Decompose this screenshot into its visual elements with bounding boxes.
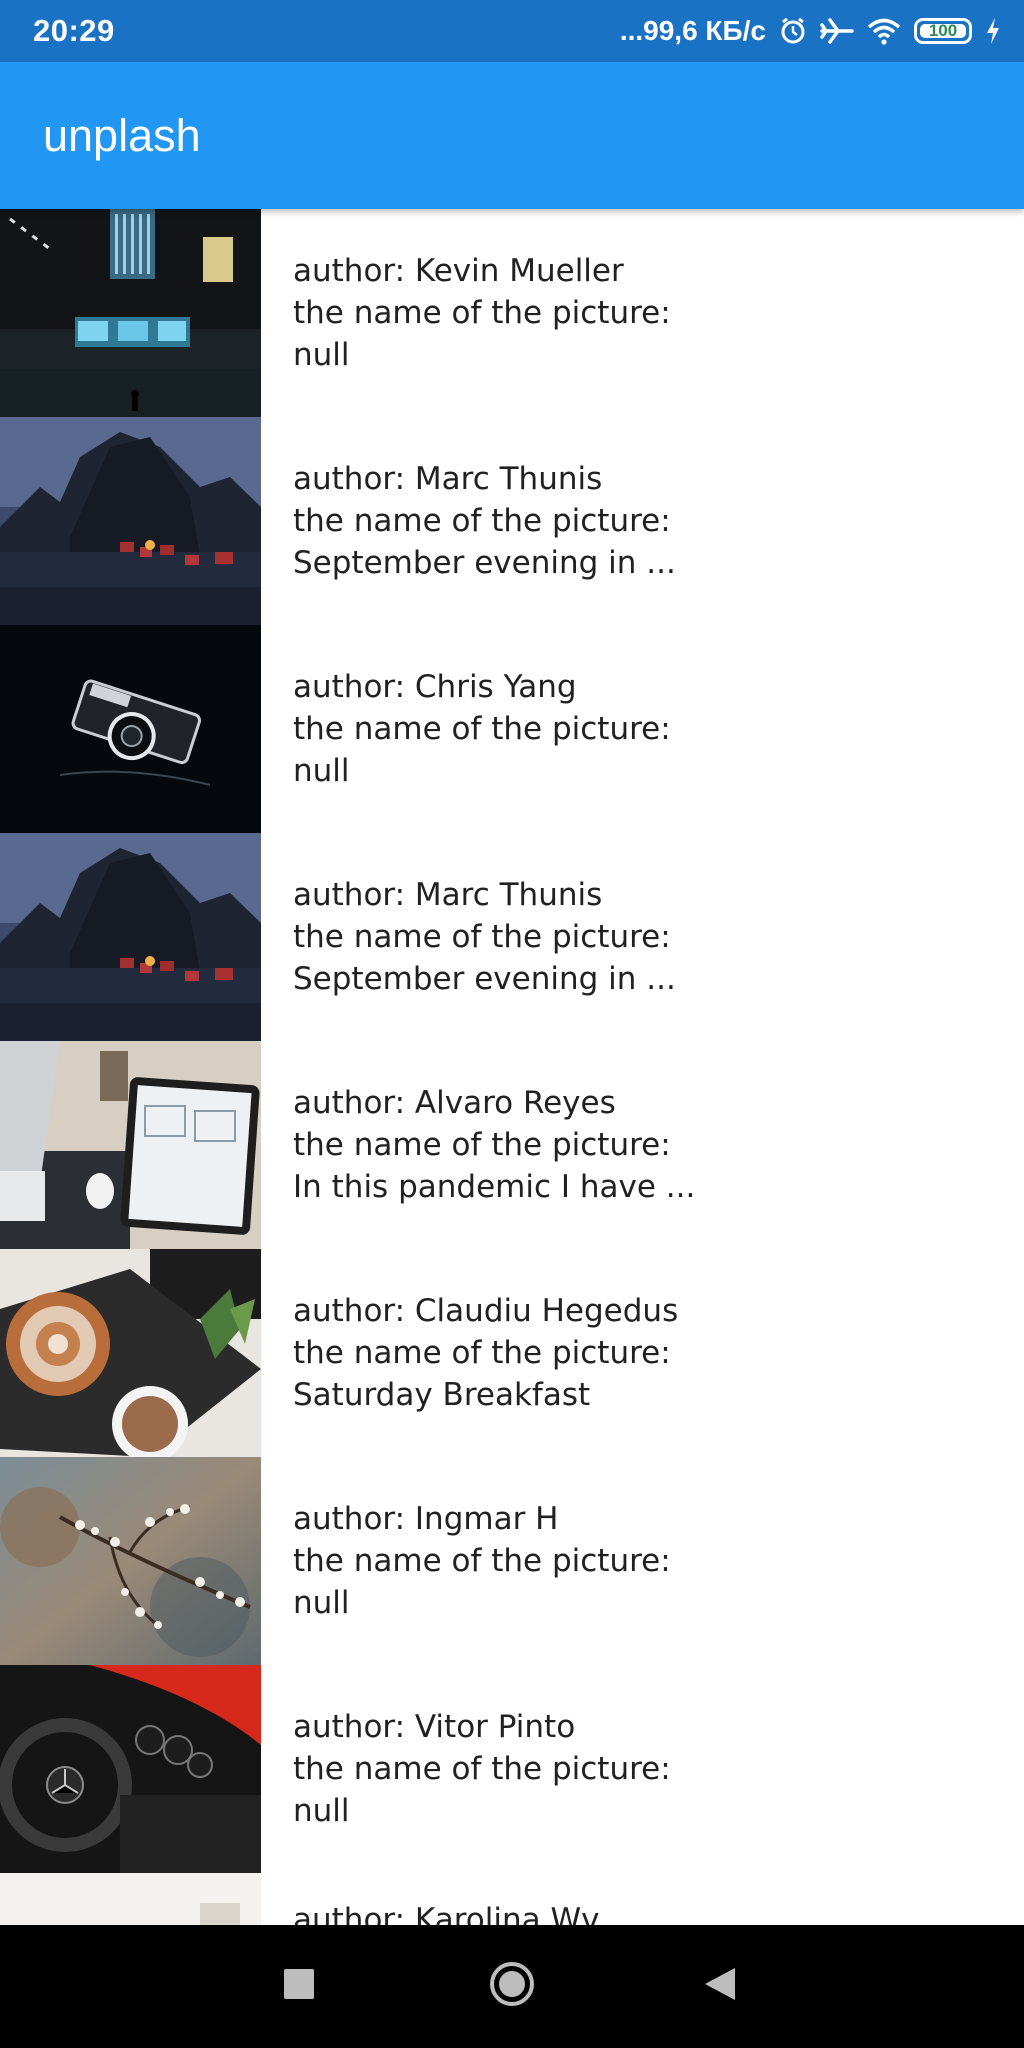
status-bar: 20:29 ...99,6 КБ/с 100 <box>0 0 1024 62</box>
photo-thumbnail[interactable] <box>0 625 261 833</box>
list-item[interactable]: author: Marc Thunis the name of the pict… <box>0 417 1024 625</box>
author-label: author: Vitor Pinto <box>293 1709 576 1745</box>
charging-icon <box>984 16 1002 46</box>
photo-thumbnail[interactable] <box>0 1041 261 1249</box>
home-button[interactable] <box>442 1925 582 2048</box>
network-speed: ...99,6 КБ/с <box>619 15 766 46</box>
picture-name: null <box>293 337 350 373</box>
list-item[interactable]: author: Kevin Mueller the name of the pi… <box>0 209 1024 417</box>
airplane-icon <box>820 16 854 46</box>
list-item-text: author: Marc Thunis the name of the pict… <box>293 833 993 1041</box>
list-item[interactable]: author: Marc Thunis the name of the pict… <box>0 833 1024 1041</box>
list-item[interactable]: author: Karolina Wv <box>0 1873 1024 1925</box>
photo-thumbnail[interactable] <box>0 1873 261 1925</box>
list-item-text: author: Karolina Wv <box>293 1873 993 1925</box>
list-item-text: author: Marc Thunis the name of the pict… <box>293 417 993 625</box>
home-icon <box>487 1959 537 2014</box>
back-button[interactable] <box>650 1925 790 2048</box>
photo-thumbnail[interactable] <box>0 1665 261 1873</box>
picture-name: In this pandemic I have ... <box>293 1169 696 1205</box>
photo-list[interactable]: author: Kevin Mueller the name of the pi… <box>0 209 1024 1925</box>
picture-name-label: the name of the picture: <box>293 1751 671 1787</box>
list-item[interactable]: author: Chris Yang the name of the pictu… <box>0 625 1024 833</box>
photo-thumbnail[interactable] <box>0 417 261 625</box>
list-item-text: author: Vitor Pinto the name of the pict… <box>293 1665 993 1873</box>
list-item[interactable]: author: Alvaro Reyes the name of the pic… <box>0 1041 1024 1249</box>
photo-thumbnail[interactable] <box>0 209 261 417</box>
picture-name-label: the name of the picture: <box>293 711 671 747</box>
picture-name-label: the name of the picture: <box>293 1543 671 1579</box>
recents-icon <box>283 1968 315 2005</box>
picture-name: null <box>293 753 350 789</box>
picture-name-label: the name of the picture: <box>293 1335 671 1371</box>
list-item[interactable]: author: Ingmar H the name of the picture… <box>0 1457 1024 1665</box>
photo-thumbnail[interactable] <box>0 1457 261 1665</box>
app-bar: unplash <box>0 62 1024 209</box>
author-label: author: Chris Yang <box>293 669 577 705</box>
navigation-bar <box>0 1925 1024 2048</box>
list-item-text: author: Alvaro Reyes the name of the pic… <box>293 1041 993 1249</box>
recents-button[interactable] <box>229 1925 369 2048</box>
picture-name-label: the name of the picture: <box>293 919 671 955</box>
status-icons: ...99,6 КБ/с 100 <box>620 15 1002 47</box>
list-item-text: author: Ingmar H the name of the picture… <box>293 1457 993 1665</box>
picture-name: null <box>293 1793 350 1829</box>
list-item-text: author: Chris Yang the name of the pictu… <box>293 625 993 833</box>
battery-icon: 100 <box>914 18 972 44</box>
list-item-text: author: Claudiu Hegedus the name of the … <box>293 1249 993 1457</box>
picture-name: null <box>293 1585 350 1621</box>
photo-thumbnail[interactable] <box>0 1249 261 1457</box>
author-label: author: Alvaro Reyes <box>293 1085 616 1121</box>
list-item[interactable]: author: Claudiu Hegedus the name of the … <box>0 1249 1024 1457</box>
status-time: 20:29 <box>33 13 115 48</box>
back-icon <box>703 1966 737 2007</box>
author-label: author: Ingmar H <box>293 1501 559 1537</box>
author-label: author: Marc Thunis <box>293 877 603 913</box>
picture-name: September evening in ... <box>293 961 676 997</box>
list-item[interactable]: author: Vitor Pinto the name of the pict… <box>0 1665 1024 1873</box>
author-label: author: Marc Thunis <box>293 461 603 497</box>
author-label: author: Kevin Mueller <box>293 253 624 289</box>
list-item-text: author: Kevin Mueller the name of the pi… <box>293 209 993 417</box>
author-label: author: Karolina Wv <box>293 1902 600 1925</box>
picture-name-label: the name of the picture: <box>293 295 671 331</box>
picture-name-label: the name of the picture: <box>293 503 671 539</box>
picture-name-label: the name of the picture: <box>293 1127 671 1163</box>
battery-level: 100 <box>928 21 958 40</box>
photo-thumbnail[interactable] <box>0 833 261 1041</box>
alarm-icon <box>778 16 808 46</box>
author-label: author: Claudiu Hegedus <box>293 1293 679 1329</box>
wifi-icon <box>866 16 902 46</box>
app-title: unplash <box>43 110 201 161</box>
picture-name: September evening in ... <box>293 545 676 581</box>
picture-name: Saturday Breakfast <box>293 1377 591 1413</box>
